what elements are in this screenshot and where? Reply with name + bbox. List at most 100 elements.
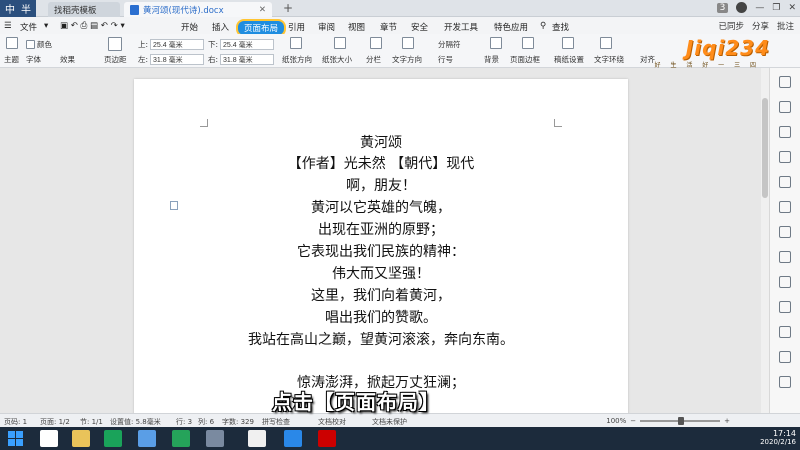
- quick-access-icons[interactable]: ▣ ↶ ⎙ ▤ ↶ ↷ ▾: [60, 21, 125, 31]
- zoom-slider-knob[interactable]: [678, 417, 685, 425]
- comment-button[interactable]: 批注: [777, 20, 794, 32]
- zoom-level[interactable]: 100%: [606, 417, 626, 425]
- hamburger-icon[interactable]: ☰: [4, 21, 12, 31]
- doc-line[interactable]: 出现在亚洲的原野；: [134, 219, 628, 239]
- chrome-icon[interactable]: [248, 430, 266, 447]
- doc-line[interactable]: 我站在高山之巅，望黄河滚滚，奔向东南。: [134, 329, 628, 349]
- wps-icon[interactable]: [284, 430, 302, 447]
- status-words[interactable]: 字数: 329: [222, 417, 254, 427]
- minimize-icon[interactable]: —: [755, 3, 764, 13]
- paragraph-marker-icon[interactable]: [170, 201, 178, 210]
- sidebar-layout-icon[interactable]: [779, 201, 791, 213]
- vertical-scrollbar[interactable]: [761, 68, 769, 413]
- breaks-button[interactable]: 分隔符: [438, 39, 461, 50]
- margins-button[interactable]: 页边距: [104, 54, 127, 65]
- file-explorer-icon[interactable]: [72, 430, 90, 447]
- sidebar-location-icon[interactable]: [779, 126, 791, 138]
- doc-line[interactable]: 唱出我们的赞歌。: [134, 307, 628, 327]
- protect-status[interactable]: 文档未保护: [372, 417, 407, 427]
- doc-line-title[interactable]: 黄河颂: [134, 132, 628, 152]
- start-button[interactable]: [8, 431, 24, 447]
- menu-view[interactable]: 视图: [348, 21, 365, 33]
- spell-check-button[interactable]: 拼写检查: [262, 417, 290, 427]
- doc-line[interactable]: 这里，我们向着黄河，: [134, 285, 628, 305]
- text-direction-icon[interactable]: [402, 37, 414, 49]
- paper-setup-button[interactable]: 稿纸设置: [554, 54, 584, 65]
- ie-icon[interactable]: [40, 430, 58, 447]
- line-numbers-button[interactable]: 行号: [438, 54, 453, 65]
- sync-button[interactable]: 已同步: [718, 20, 744, 32]
- sidebar-select-icon[interactable]: [779, 76, 791, 88]
- menu-special[interactable]: 特色应用: [494, 21, 528, 33]
- theme-button[interactable]: 主题: [4, 54, 19, 65]
- page-border-icon[interactable]: [522, 37, 534, 49]
- cloud-icon[interactable]: [138, 430, 156, 447]
- menu-file[interactable]: 文件: [20, 21, 37, 33]
- margin-right-field[interactable]: 右:: [208, 54, 275, 65]
- orientation-icon[interactable]: [290, 37, 302, 49]
- page-border-button[interactable]: 页面边框: [510, 54, 540, 65]
- margin-left-field[interactable]: 左:: [138, 54, 205, 65]
- size-icon[interactable]: [334, 37, 346, 49]
- close-window-icon[interactable]: ✕: [788, 3, 796, 13]
- menu-file-arrow-icon[interactable]: ▾: [44, 21, 48, 31]
- record-icon[interactable]: [318, 430, 336, 447]
- sidebar-table-icon[interactable]: [779, 276, 791, 288]
- doc-line[interactable]: 黄河以它英雄的气魄，: [134, 197, 628, 217]
- paper-setup-icon[interactable]: [562, 37, 574, 49]
- zoom-out-icon[interactable]: −: [630, 417, 636, 425]
- margin-bottom-input[interactable]: [220, 39, 275, 50]
- ime-indicator[interactable]: 中 半: [0, 0, 36, 17]
- notification-badge[interactable]: 3: [716, 2, 729, 13]
- margins-icon[interactable]: [108, 37, 122, 51]
- ime-mode-halfwidth[interactable]: 半: [19, 1, 33, 16]
- green-app-icon[interactable]: [172, 430, 190, 447]
- doc-line[interactable]: 【作者】光未然 【朝代】现代: [134, 153, 628, 173]
- menu-search[interactable]: 查找: [552, 21, 569, 33]
- new-tab-button[interactable]: +: [283, 1, 293, 15]
- system-tray[interactable]: 17:14 2020/2/16: [760, 429, 796, 447]
- menu-insert[interactable]: 插入: [212, 21, 229, 33]
- store-icon[interactable]: [104, 430, 122, 447]
- clock-time[interactable]: 17:14: [760, 429, 796, 438]
- document-page[interactable]: 黄河颂 【作者】光未然 【朝代】现代 啊，朋友！ 黄河以它英雄的气魄， 出现在亚…: [134, 79, 628, 419]
- background-button[interactable]: 背景: [484, 54, 499, 65]
- effects-button[interactable]: 效果: [60, 54, 75, 65]
- theme-group[interactable]: [6, 37, 18, 49]
- doc-line[interactable]: 伟大而又坚强！: [134, 263, 628, 283]
- menu-review[interactable]: 审阅: [318, 21, 335, 33]
- proofread-button[interactable]: 文档校对: [318, 417, 346, 427]
- sidebar-tools-icon[interactable]: [779, 176, 791, 188]
- tab-template[interactable]: 找稻壳模板: [48, 2, 120, 17]
- margin-top-field[interactable]: 上:: [138, 39, 205, 50]
- clock-date[interactable]: 2020/2/16: [760, 438, 796, 447]
- sidebar-chart-icon[interactable]: [779, 251, 791, 263]
- scrollbar-thumb[interactable]: [762, 98, 768, 198]
- maximize-icon[interactable]: ❐: [772, 3, 780, 13]
- tab-document[interactable]: 黄河颂(现代诗).docx ✕: [124, 2, 272, 17]
- margin-top-input[interactable]: [150, 39, 205, 50]
- menu-developer[interactable]: 开发工具: [444, 21, 478, 33]
- app-icon[interactable]: [206, 430, 224, 447]
- menu-chapter[interactable]: 章节: [380, 21, 397, 33]
- text-direction-button[interactable]: 文字方向: [392, 54, 422, 65]
- fonts-button[interactable]: 字体: [26, 54, 41, 65]
- sidebar-user-icon[interactable]: [779, 151, 791, 163]
- menu-security[interactable]: 安全: [411, 21, 428, 33]
- size-button[interactable]: 纸张大小: [322, 54, 352, 65]
- align-button[interactable]: 对齐: [640, 54, 655, 65]
- doc-line[interactable]: 啊，朋友！: [134, 175, 628, 195]
- close-tab-icon[interactable]: ✕: [259, 5, 266, 15]
- wrap-icon[interactable]: [600, 37, 612, 49]
- doc-line[interactable]: 它表现出我们民族的精神：: [134, 241, 628, 261]
- menu-references[interactable]: 引用: [288, 21, 305, 33]
- avatar[interactable]: [736, 2, 748, 13]
- columns-icon[interactable]: [370, 37, 382, 49]
- zoom-control[interactable]: 100% − +: [606, 417, 730, 425]
- orientation-button[interactable]: 纸张方向: [282, 54, 312, 65]
- zoom-in-icon[interactable]: +: [724, 417, 730, 425]
- search-icon[interactable]: ⚲: [540, 21, 546, 31]
- sidebar-more-icon[interactable]: [779, 376, 791, 388]
- sidebar-edit-icon[interactable]: [779, 101, 791, 113]
- sidebar-grid-icon[interactable]: [779, 226, 791, 238]
